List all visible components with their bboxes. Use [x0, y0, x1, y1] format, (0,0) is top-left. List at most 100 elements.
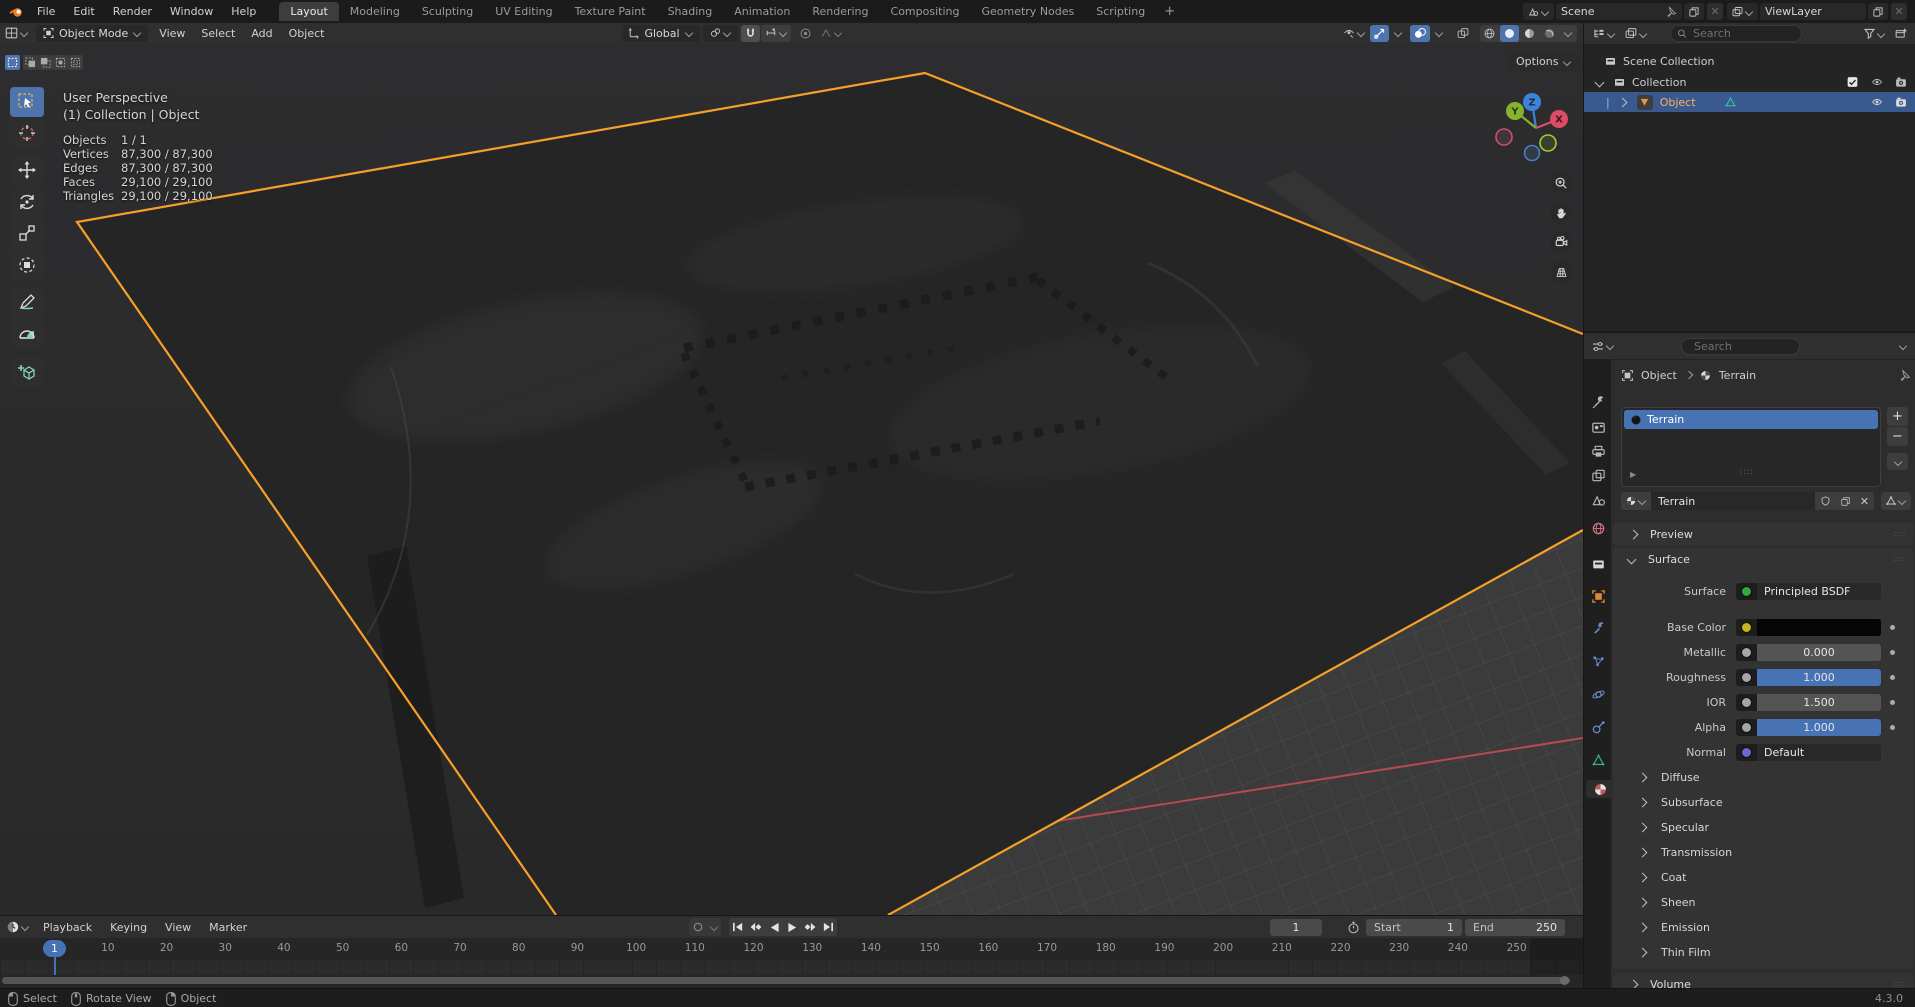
pan-button[interactable]: [1550, 202, 1572, 224]
fake-user-button[interactable]: [1815, 492, 1835, 510]
tool-rotate[interactable]: [10, 187, 44, 217]
outliner-filter-dropdown[interactable]: [1620, 27, 1652, 40]
socket-chip[interactable]: [1736, 669, 1757, 686]
scene-browse-button[interactable]: [1523, 3, 1554, 20]
property-field[interactable]: 1.500: [1736, 694, 1881, 711]
previous-keyframe-button[interactable]: [747, 918, 765, 936]
property-value[interactable]: Principled BSDF: [1757, 583, 1881, 600]
properties-search-input[interactable]: [1692, 339, 1796, 354]
material-name-field[interactable]: Terrain: [1651, 492, 1815, 510]
select-mode-invert-button[interactable]: [53, 55, 68, 70]
material-subpanel[interactable]: Thin Film: [1613, 940, 1914, 965]
workspace-tab[interactable]: Sculpting: [411, 2, 484, 21]
animate-dot[interactable]: [1890, 700, 1895, 705]
workspace-tab[interactable]: Rendering: [801, 2, 879, 21]
preview-panel[interactable]: Preview∷∷: [1613, 523, 1914, 545]
timeline-scrollbar[interactable]: [2, 977, 1570, 984]
animate-dot[interactable]: [1890, 625, 1895, 630]
app-menu-item[interactable]: File: [28, 5, 64, 18]
shading-dropdown[interactable]: [1560, 25, 1576, 42]
workspace-tab[interactable]: Texture Paint: [564, 2, 657, 21]
options-dropdown[interactable]: Options: [1508, 52, 1580, 71]
tab-scene[interactable]: [1589, 491, 1607, 509]
editor-type-button[interactable]: [0, 26, 33, 40]
properties-options-dropdown[interactable]: [1899, 342, 1907, 350]
scene-name-field[interactable]: Scene: [1556, 3, 1682, 20]
viewport-menu-item[interactable]: Select: [193, 27, 243, 40]
animate-dot[interactable]: [1890, 675, 1895, 680]
property-field[interactable]: 1.000: [1736, 669, 1881, 686]
tab-modifiers[interactable]: [1589, 619, 1607, 637]
select-mode-subtract-button[interactable]: [38, 55, 53, 70]
jump-to-end-button[interactable]: [819, 918, 837, 936]
property-value[interactable]: 1.000: [1757, 669, 1881, 686]
xray-toggle[interactable]: [1453, 25, 1473, 42]
jump-to-start-button[interactable]: [729, 918, 747, 936]
tool-measure[interactable]: [10, 318, 44, 348]
gizmos-toggle[interactable]: [1370, 25, 1389, 42]
timeline-menu-item[interactable]: Playback: [34, 921, 101, 934]
animate-dot[interactable]: [1890, 650, 1895, 655]
property-value[interactable]: Default: [1757, 744, 1881, 761]
end-frame-field[interactable]: End250: [1465, 919, 1565, 936]
slot-list-grip[interactable]: ∷∷: [1740, 468, 1753, 478]
tab-collection[interactable]: [1589, 555, 1607, 573]
timeline-menu-item[interactable]: Marker: [200, 921, 256, 934]
outliner-search[interactable]: [1670, 25, 1802, 42]
socket-chip[interactable]: [1736, 644, 1757, 661]
tool-move[interactable]: [10, 155, 44, 185]
shading-material-button[interactable]: [1520, 25, 1539, 42]
overlays-dropdown[interactable]: [1431, 25, 1447, 42]
orientation-dropdown[interactable]: Global: [622, 25, 699, 42]
app-menu-item[interactable]: Edit: [64, 5, 103, 18]
auto-keying-toggle[interactable]: [689, 918, 707, 936]
timeline-track[interactable]: [0, 960, 1583, 975]
properties-editor-dropdown[interactable]: [1584, 340, 1619, 353]
tool-transform[interactable]: [10, 250, 44, 280]
disable-render-camera-icon[interactable]: [1894, 76, 1908, 89]
tab-output[interactable]: [1589, 442, 1607, 460]
viewlayer-browse-button[interactable]: [1727, 3, 1758, 20]
app-menu-item[interactable]: Help: [222, 5, 265, 18]
app-menu-item[interactable]: Window: [161, 5, 222, 18]
property-value[interactable]: 1.000: [1757, 719, 1881, 736]
navigation-gizmo[interactable]: Z Y X: [1494, 87, 1578, 171]
timeline-menu-item[interactable]: Keying: [101, 921, 156, 934]
expand-icon[interactable]: [1617, 97, 1627, 107]
play-button[interactable]: [783, 918, 801, 936]
property-field[interactable]: Default: [1736, 744, 1881, 761]
material-slot-selected[interactable]: Terrain: [1624, 410, 1878, 429]
material-subpanel[interactable]: Transmission: [1613, 840, 1914, 865]
pin-icon[interactable]: [1665, 6, 1677, 18]
property-field[interactable]: 1.000: [1736, 719, 1881, 736]
checkbox-checked-icon[interactable]: [1846, 76, 1859, 88]
viewport-menu-item[interactable]: Add: [243, 27, 280, 40]
viewlayer-name-field[interactable]: ViewLayer: [1760, 3, 1866, 20]
use-preview-range-button[interactable]: [1344, 918, 1362, 936]
slot-list-expand-icon[interactable]: ▶: [1630, 470, 1636, 479]
current-frame-badge[interactable]: 1: [43, 940, 66, 957]
material-subpanel[interactable]: Specular: [1613, 815, 1914, 840]
viewlayer-copy-button[interactable]: [1868, 3, 1888, 20]
outliner-row-collection[interactable]: Collection: [1584, 72, 1915, 92]
remove-slot-button[interactable]: −: [1887, 427, 1908, 446]
snap-settings-dropdown[interactable]: [761, 25, 791, 42]
outliner-filter-button[interactable]: [1860, 27, 1889, 40]
socket-chip[interactable]: [1736, 694, 1757, 711]
new-collection-button[interactable]: [1889, 27, 1915, 40]
material-subpanel[interactable]: Emission: [1613, 915, 1914, 940]
select-mode-intersect-button[interactable]: [68, 55, 83, 70]
next-keyframe-button[interactable]: [801, 918, 819, 936]
workspace-tab[interactable]: Compositing: [880, 2, 971, 21]
tab-render[interactable]: [1589, 418, 1607, 436]
material-subpanel[interactable]: Coat: [1613, 865, 1914, 890]
keying-dropdown[interactable]: [707, 918, 721, 936]
workspace-tab[interactable]: UV Editing: [484, 2, 563, 21]
socket-chip[interactable]: [1736, 583, 1757, 600]
play-reverse-button[interactable]: [765, 918, 783, 936]
tool-add-cube[interactable]: [10, 357, 44, 387]
hide-eye-icon[interactable]: [1870, 96, 1884, 108]
shading-solid-button[interactable]: [1500, 25, 1519, 42]
zoom-button[interactable]: [1550, 172, 1572, 194]
outliner-row-scene-collection[interactable]: Scene Collection: [1584, 51, 1915, 71]
